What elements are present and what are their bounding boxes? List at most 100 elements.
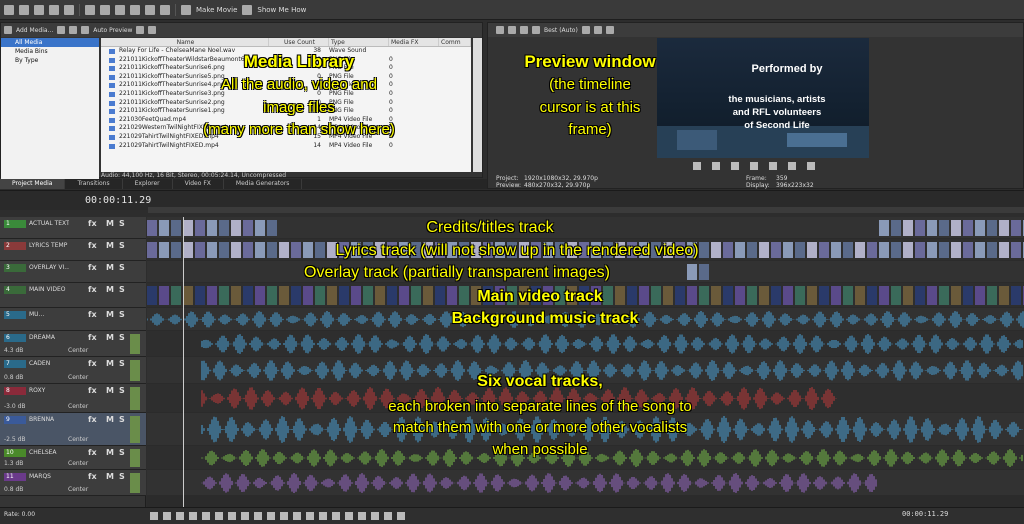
video-clip[interactable] bbox=[867, 242, 877, 258]
video-clip[interactable] bbox=[231, 220, 241, 236]
video-clip[interactable] bbox=[975, 242, 985, 258]
track-volume[interactable]: -3.0 dB bbox=[4, 403, 26, 410]
paste-icon[interactable] bbox=[115, 4, 125, 15]
video-clip[interactable] bbox=[987, 220, 997, 236]
track-name[interactable]: ROXY bbox=[29, 387, 69, 395]
tree-item-by-type[interactable]: By Type bbox=[1, 56, 99, 65]
video-clip[interactable] bbox=[423, 286, 433, 305]
mute-button[interactable]: M bbox=[106, 386, 114, 395]
tab-video-fx[interactable]: Video FX bbox=[173, 179, 224, 189]
import-media-icon[interactable] bbox=[4, 26, 12, 34]
video-clip[interactable] bbox=[207, 220, 217, 236]
column-type[interactable]: Type bbox=[329, 38, 389, 46]
loop-icon[interactable] bbox=[163, 512, 171, 520]
edit-tool-icon[interactable] bbox=[280, 512, 288, 520]
track-fx-button[interactable]: fx bbox=[88, 386, 97, 395]
delete-icon[interactable] bbox=[130, 4, 140, 15]
mute-button[interactable]: M bbox=[106, 333, 114, 342]
track-header[interactable]: 1 ACTUAL TEXT fx M S bbox=[0, 217, 146, 239]
split-icon[interactable] bbox=[319, 512, 327, 520]
video-clip[interactable] bbox=[891, 286, 901, 305]
video-clip[interactable] bbox=[687, 286, 697, 305]
video-clip[interactable] bbox=[783, 242, 793, 258]
mute-button[interactable]: M bbox=[106, 310, 114, 319]
video-clip[interactable] bbox=[219, 220, 229, 236]
add-media-button[interactable]: Add Media... bbox=[16, 27, 53, 34]
envelope-tool-icon[interactable] bbox=[293, 512, 301, 520]
split-screen-icon[interactable] bbox=[508, 26, 516, 34]
video-clip[interactable] bbox=[951, 242, 961, 258]
video-clip[interactable] bbox=[771, 242, 781, 258]
stop-icon[interactable] bbox=[769, 162, 777, 170]
video-clip[interactable] bbox=[903, 220, 913, 236]
track-name[interactable]: CADEN bbox=[29, 360, 69, 368]
play-from-start-icon[interactable] bbox=[712, 162, 720, 170]
track-volume[interactable]: 0.8 dB bbox=[4, 374, 23, 381]
video-clip[interactable] bbox=[855, 242, 865, 258]
record-icon[interactable] bbox=[150, 512, 158, 520]
track-lane[interactable] bbox=[147, 331, 1024, 356]
video-clip[interactable] bbox=[915, 220, 925, 236]
track-name[interactable]: BRENNA bbox=[29, 416, 69, 424]
track-volume[interactable]: 0.8 dB bbox=[4, 486, 23, 493]
video-clip[interactable] bbox=[315, 286, 325, 305]
track-name[interactable]: OVERLAY VI... bbox=[29, 264, 69, 272]
video-clip[interactable] bbox=[891, 220, 901, 236]
video-clip[interactable] bbox=[759, 286, 769, 305]
video-clip[interactable] bbox=[255, 242, 265, 258]
video-clip[interactable] bbox=[243, 242, 253, 258]
track-lane[interactable] bbox=[147, 470, 1024, 495]
video-clip[interactable] bbox=[267, 242, 277, 258]
video-clip[interactable] bbox=[759, 242, 769, 258]
video-clip[interactable] bbox=[963, 220, 973, 236]
auto-ripple-icon[interactable] bbox=[384, 512, 392, 520]
video-clip[interactable] bbox=[879, 220, 889, 236]
video-clip[interactable] bbox=[663, 286, 673, 305]
mute-button[interactable]: M bbox=[106, 219, 114, 228]
search-icon[interactable] bbox=[148, 26, 157, 34]
solo-button[interactable]: S bbox=[119, 310, 125, 319]
undo-icon[interactable] bbox=[145, 4, 155, 15]
track-header[interactable]: 3 OVERLAY VI... fx M S bbox=[0, 261, 146, 283]
video-clip[interactable] bbox=[999, 220, 1009, 236]
video-clip[interactable] bbox=[243, 220, 253, 236]
video-clip[interactable] bbox=[651, 286, 661, 305]
video-clip[interactable] bbox=[159, 286, 169, 305]
next-frame-icon[interactable] bbox=[267, 512, 275, 520]
solo-button[interactable]: S bbox=[119, 219, 125, 228]
track-fx-button[interactable]: fx bbox=[88, 285, 97, 294]
video-clip[interactable] bbox=[819, 242, 829, 258]
video-clip[interactable] bbox=[831, 242, 841, 258]
video-clip[interactable] bbox=[987, 286, 997, 305]
snapping-icon[interactable] bbox=[371, 512, 379, 520]
video-clip[interactable] bbox=[195, 242, 205, 258]
timeline-ruler[interactable] bbox=[148, 207, 1024, 213]
video-clip[interactable] bbox=[867, 286, 877, 305]
video-clip[interactable] bbox=[951, 220, 961, 236]
solo-button[interactable]: S bbox=[119, 241, 125, 250]
solo-button[interactable]: S bbox=[119, 415, 125, 424]
copy-snapshot-icon[interactable] bbox=[605, 26, 614, 34]
mute-button[interactable]: M bbox=[106, 285, 114, 294]
video-clip[interactable] bbox=[219, 286, 229, 305]
column-name[interactable]: Name bbox=[101, 38, 269, 46]
gear-icon[interactable] bbox=[496, 26, 504, 34]
video-clip[interactable] bbox=[327, 286, 337, 305]
video-clip[interactable] bbox=[303, 286, 313, 305]
track-name[interactable]: CHELSEA bbox=[29, 449, 69, 457]
play-icon[interactable] bbox=[81, 26, 90, 34]
video-clip[interactable] bbox=[735, 286, 745, 305]
video-clip[interactable] bbox=[219, 242, 229, 258]
video-clip[interactable] bbox=[975, 286, 985, 305]
video-clip[interactable] bbox=[255, 286, 265, 305]
video-clip[interactable] bbox=[879, 242, 889, 258]
timeline-area[interactable] bbox=[146, 217, 1024, 507]
video-clip[interactable] bbox=[147, 242, 157, 258]
video-clip[interactable] bbox=[375, 286, 385, 305]
region-icon[interactable] bbox=[358, 512, 366, 520]
track-header[interactable]: 4 MAIN VIDEO fx M S bbox=[0, 283, 146, 308]
video-clip[interactable] bbox=[903, 242, 913, 258]
video-clip[interactable] bbox=[939, 220, 949, 236]
video-clip[interactable] bbox=[231, 242, 241, 258]
video-clip[interactable] bbox=[231, 286, 241, 305]
